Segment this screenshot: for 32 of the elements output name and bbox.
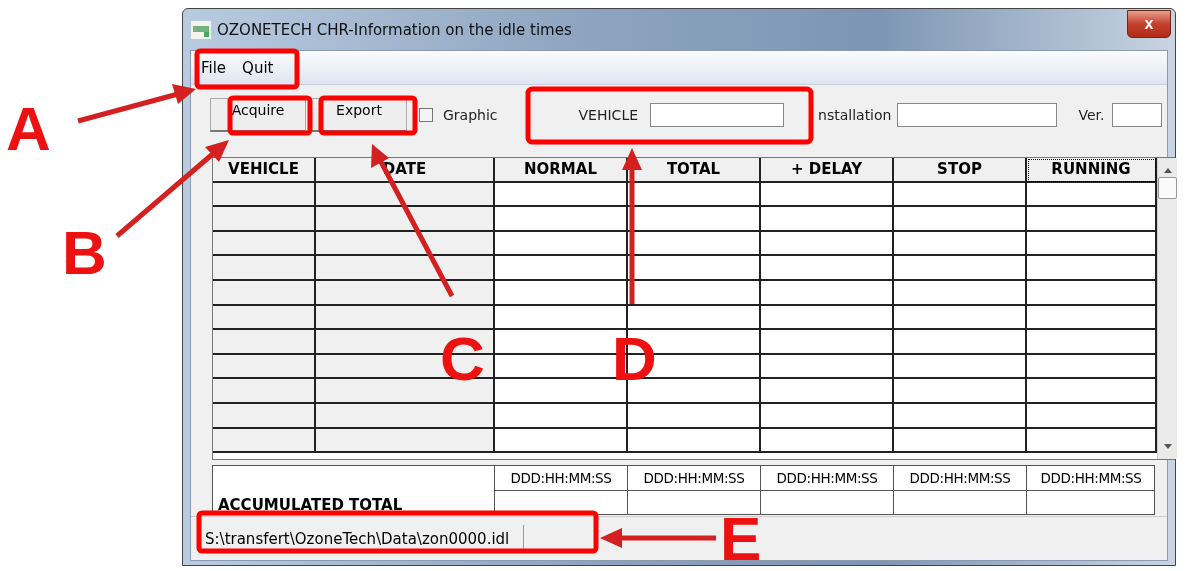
version-field[interactable] (1112, 103, 1163, 127)
close-button[interactable]: x (1127, 10, 1171, 38)
menu-item[interactable]: File (195, 58, 233, 77)
vehicle-field[interactable] (650, 103, 785, 127)
scroll-up-icon[interactable] (1163, 168, 1172, 173)
column-header[interactable]: VEHICLE (213, 158, 316, 183)
unit-label: DDD:HH:MM:SS (495, 466, 628, 491)
field-label: Ver. (1078, 107, 1105, 123)
scroll-down-icon[interactable] (1163, 444, 1172, 449)
file-path: S:\transfert\OzoneTech\Data\zon0000.idl (201, 524, 525, 553)
window-title: OZONETECH CHR-Information on the idle times (217, 20, 572, 39)
scrollbar-thumb[interactable] (1158, 177, 1177, 199)
checkbox[interactable] (419, 108, 433, 122)
app-icon (191, 20, 211, 39)
totals-label: ACCUMULATED TOTAL (218, 498, 403, 513)
menu-item[interactable]: Quit (236, 58, 280, 77)
field-label: nstallation (818, 107, 892, 123)
column-header[interactable]: STOP (894, 158, 1027, 183)
callout-letter: E (720, 508, 762, 570)
installation-field[interactable] (897, 103, 1058, 127)
callout-letter: A (6, 98, 51, 160)
unit-label: DDD:HH:MM:SS (894, 466, 1027, 491)
unit-label: DDD:HH:MM:SS (1027, 466, 1154, 491)
column-header[interactable]: + DELAY (761, 158, 894, 183)
column-header[interactable]: NORMAL (495, 158, 628, 183)
checkbox-label: Graphic (443, 107, 498, 123)
unit-label: DDD:HH:MM:SS (628, 466, 761, 491)
column-header[interactable]: TOTAL (628, 158, 761, 183)
column-header[interactable]: RUNNING (1027, 158, 1157, 183)
unit-label: DDD:HH:MM:SS (761, 466, 894, 491)
callout-letter: B (62, 222, 107, 284)
field-label: VEHICLE (578, 107, 639, 123)
